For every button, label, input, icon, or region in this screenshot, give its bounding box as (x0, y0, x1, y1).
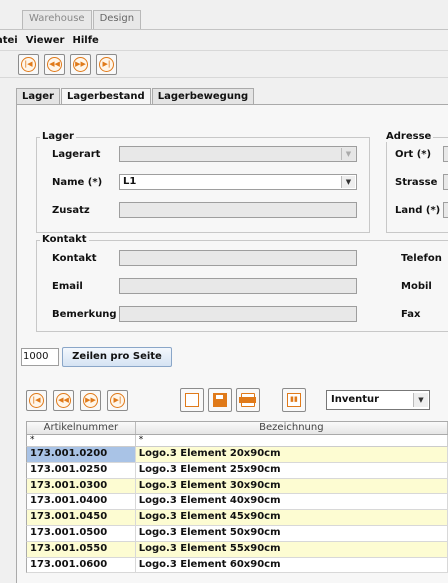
fax-label: Fax (401, 309, 421, 320)
ort-field (443, 146, 448, 162)
filter-artikelnummer[interactable]: * (27, 435, 136, 446)
save-icon (213, 393, 227, 407)
menu-bar: atei Viewer Hilfe (0, 31, 448, 49)
printer-icon (239, 393, 256, 407)
filter-row: * * (26, 435, 448, 447)
first-record-icon: |◀ (21, 57, 36, 72)
cell-artikelnummer: 173.001.0250 (27, 462, 136, 478)
cell-bezeichnung: Logo.3 Element 60x90cm (136, 557, 448, 573)
menu-viewer[interactable]: Viewer (26, 35, 65, 46)
previous-record-icon: ◀◀ (56, 393, 71, 408)
cell-bezeichnung: Logo.3 Element 50x90cm (136, 525, 448, 541)
telefon-label: Telefon (401, 253, 442, 264)
table-header: Artikelnummer Bezeichnung (26, 421, 448, 435)
statistics-button[interactable]: ▮▮ (282, 388, 306, 412)
cell-bezeichnung: Logo.3 Element 25x90cm (136, 462, 448, 478)
strasse-label: Strasse (395, 177, 438, 188)
previous-record-icon: ◀◀ (47, 57, 62, 72)
window-tab-design[interactable]: Design (92, 10, 142, 29)
tab-lager[interactable]: Lager (16, 88, 60, 105)
cell-artikelnummer: 173.001.0400 (27, 494, 136, 510)
tab-lagerbewegung[interactable]: Lagerbewegung (151, 88, 255, 105)
adresse-group-title: Adresse (384, 131, 434, 142)
cell-artikelnummer: 173.001.0500 (27, 525, 136, 541)
rows-per-page-button[interactable]: Zeilen pro Seite (62, 347, 172, 367)
name-value: L1 (123, 176, 137, 187)
first-record-icon: |◀ (29, 393, 44, 408)
cell-artikelnummer: 173.001.0200 (27, 447, 136, 462)
kontakt-group-title: Kontakt (40, 234, 89, 245)
cell-artikelnummer: 173.001.0550 (27, 541, 136, 557)
table-row[interactable]: 173.001.0600 Logo.3 Element 60x90cm (26, 557, 448, 574)
next-record-button[interactable]: ▶▶ (70, 54, 91, 75)
email-label: Email (52, 281, 83, 292)
land-label: Land (*) (395, 205, 441, 216)
previous-record-button[interactable]: ◀◀ (44, 54, 65, 75)
chevron-down-icon[interactable]: ▼ (341, 176, 355, 188)
document-icon (185, 393, 199, 407)
cell-bezeichnung: Logo.3 Element 30x90cm (136, 478, 448, 494)
bemerkung-label: Bemerkung (52, 309, 117, 320)
table-previous-button[interactable]: ◀◀ (53, 390, 74, 411)
first-record-button[interactable]: |◀ (18, 54, 39, 75)
last-record-button[interactable]: ▶| (96, 54, 117, 75)
chevron-down-icon: ▼ (341, 148, 355, 160)
rows-per-page-input[interactable]: 1000 (21, 348, 59, 366)
menu-datei[interactable]: atei (0, 35, 18, 46)
zusatz-label: Zusatz (52, 205, 90, 216)
last-record-icon: ▶| (110, 393, 125, 408)
divider (0, 29, 448, 30)
email-field (119, 278, 357, 294)
lagerart-label: Lagerart (52, 149, 101, 160)
table-row[interactable]: 173.001.0400 Logo.3 Element 40x90cm (26, 494, 448, 511)
filter-bezeichnung[interactable]: * (136, 435, 448, 446)
new-document-button[interactable] (180, 388, 204, 412)
table-row[interactable]: 173.001.0450 Logo.3 Element 45x90cm (26, 510, 448, 526)
name-label: Name (*) (52, 177, 103, 188)
kontakt-label: Kontakt (52, 253, 97, 264)
table-row[interactable]: 173.001.0200 Logo.3 Element 20x90cm (26, 447, 448, 463)
cell-artikelnummer: 173.001.0450 (27, 510, 136, 525)
column-header-bezeichnung[interactable]: Bezeichnung (136, 422, 448, 434)
strasse-field (443, 174, 448, 190)
lager-group-title: Lager (40, 131, 76, 142)
menu-hilfe[interactable]: Hilfe (72, 35, 98, 46)
ort-label: Ort (*) (395, 149, 432, 160)
save-button[interactable] (208, 388, 232, 412)
zusatz-field (119, 202, 357, 218)
land-field (443, 202, 448, 218)
last-record-icon: ▶| (99, 57, 114, 72)
table-next-button[interactable]: ▶▶ (80, 390, 101, 411)
next-record-icon: ▶▶ (83, 393, 98, 408)
cell-bezeichnung: Logo.3 Element 55x90cm (136, 541, 448, 557)
print-button[interactable] (236, 388, 260, 412)
cell-artikelnummer: 173.001.0600 (27, 557, 136, 573)
window-tab-warehouse[interactable]: Warehouse (22, 10, 92, 29)
kontakt-field (119, 250, 357, 266)
article-table: Artikelnummer Bezeichnung * * 173.001.02… (26, 421, 448, 574)
cell-artikelnummer: 173.001.0300 (27, 478, 136, 494)
report-type-select[interactable]: Inventur ▼ (326, 390, 430, 410)
mobil-label: Mobil (401, 281, 432, 292)
next-record-icon: ▶▶ (73, 57, 88, 72)
table-first-button[interactable]: |◀ (26, 390, 47, 411)
lagerart-dropdown: ▼ (119, 146, 357, 162)
cell-bezeichnung: Logo.3 Element 45x90cm (136, 510, 448, 525)
table-last-button[interactable]: ▶| (107, 390, 128, 411)
table-row[interactable]: 173.001.0500 Logo.3 Element 50x90cm (26, 525, 448, 542)
bemerkung-field (119, 306, 357, 322)
table-row[interactable]: 173.001.0550 Logo.3 Element 55x90cm (26, 541, 448, 558)
chevron-down-icon[interactable]: ▼ (413, 393, 428, 407)
window-tabs: Warehouse Design (22, 10, 142, 30)
navigation-toolbar: |◀ ◀◀ ▶▶ ▶| (0, 50, 448, 78)
table-row[interactable]: 173.001.0300 Logo.3 Element 30x90cm (26, 478, 448, 495)
table-row[interactable]: 173.001.0250 Logo.3 Element 25x90cm (26, 462, 448, 479)
statistics-icon: ▮▮ (287, 393, 301, 407)
report-type-value: Inventur (331, 394, 380, 405)
column-header-artikelnummer[interactable]: Artikelnummer (27, 422, 136, 434)
name-dropdown[interactable]: L1 ▼ (119, 174, 357, 190)
cell-bezeichnung: Logo.3 Element 20x90cm (136, 447, 448, 462)
cell-bezeichnung: Logo.3 Element 40x90cm (136, 494, 448, 510)
